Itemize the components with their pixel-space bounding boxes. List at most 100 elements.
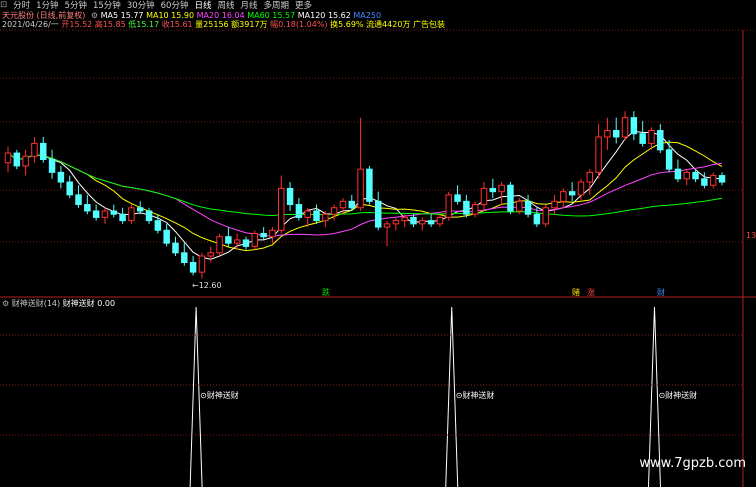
candle-body xyxy=(22,155,29,167)
candle-body xyxy=(533,213,541,225)
signal-label-zhang: 涨 xyxy=(587,287,595,297)
candle-body xyxy=(31,142,38,157)
ma10-line xyxy=(7,141,723,252)
low-price-label: ←12.60 xyxy=(192,281,222,290)
candle-body xyxy=(674,168,682,180)
candle-body xyxy=(4,152,12,164)
candle-body xyxy=(278,187,285,231)
candle-body xyxy=(383,223,391,228)
candle-body xyxy=(489,187,497,193)
indicator-grid xyxy=(0,334,743,436)
candle-body xyxy=(154,220,162,231)
moving-average-lines xyxy=(7,130,723,260)
indicator-peak-label: ⊙财神送财 xyxy=(658,390,697,400)
candle-body xyxy=(357,168,364,209)
candle-body xyxy=(577,181,585,196)
candle-body xyxy=(286,187,294,206)
candle-body xyxy=(401,216,408,222)
candle-body xyxy=(181,252,188,263)
candle-body xyxy=(216,236,223,254)
candle-body xyxy=(516,200,523,212)
candle-body xyxy=(339,200,347,209)
indicator-header: ⚙ 财神送财(14) 财神送财 0.00 xyxy=(2,298,115,309)
signal-label-die: 跌 xyxy=(322,287,330,297)
candle-body xyxy=(498,184,505,193)
indicator-peak-label: ⊙财神送财 xyxy=(456,390,495,400)
candle-body xyxy=(419,220,426,225)
candle-body xyxy=(595,136,602,173)
candle-body xyxy=(692,171,699,180)
candle-body xyxy=(189,261,197,273)
candle-body xyxy=(172,242,179,254)
candle-body xyxy=(242,239,250,247)
candle-body xyxy=(163,229,170,244)
candle-body xyxy=(207,252,214,257)
candle-body xyxy=(66,181,73,196)
indicator-peak-label: ⊙财神送财 xyxy=(200,390,239,400)
candle-body xyxy=(639,133,646,144)
ma5-line xyxy=(7,130,723,260)
candle-body xyxy=(718,175,726,183)
candle-body xyxy=(648,130,655,144)
candle-body xyxy=(410,216,417,225)
candle-body xyxy=(701,178,708,186)
candle-body xyxy=(225,236,232,244)
candle-body xyxy=(136,207,144,212)
candle-body xyxy=(480,187,488,206)
candle-body xyxy=(612,130,620,138)
candle-body xyxy=(507,184,514,212)
candle-body xyxy=(40,142,47,160)
candle-body xyxy=(586,171,594,183)
candle-body xyxy=(436,216,444,225)
candle-body xyxy=(392,220,400,225)
candle-body xyxy=(374,200,382,228)
ma20-line xyxy=(7,152,723,237)
candle-body xyxy=(48,158,56,173)
candle-body xyxy=(84,204,91,212)
candle-body xyxy=(542,207,549,225)
indicator-name: 财神送财 xyxy=(62,299,95,308)
indicator-pane: ⊙财神送财 ⊙财神送财 ⊙财神送财 xyxy=(189,306,697,487)
candle-body xyxy=(366,168,373,202)
price-chart[interactable]: ←12.60 13 跌 赌 涨 财 ⊙财神送财 ⊙财神送财 ⊙财神送财 xyxy=(0,0,756,487)
candle-body xyxy=(330,207,338,215)
candle-body xyxy=(128,207,135,222)
candle-body xyxy=(621,117,629,138)
candle-body xyxy=(92,210,100,218)
ma60-line xyxy=(7,152,723,217)
watermark: www.7gpzb.com xyxy=(639,456,746,471)
candle-body xyxy=(657,130,664,151)
candle-body xyxy=(110,210,118,215)
candle-body xyxy=(198,255,206,273)
candle-body xyxy=(348,200,356,209)
candle-body xyxy=(665,149,673,170)
indicator-gear-icon[interactable]: ⚙ xyxy=(2,299,9,308)
candle-body xyxy=(568,191,576,196)
candlesticks xyxy=(4,111,726,279)
candle-body xyxy=(709,175,717,186)
candle-body xyxy=(630,117,638,135)
candle-body xyxy=(524,200,532,215)
candle-body xyxy=(471,204,479,215)
candle-body xyxy=(233,239,241,244)
candle-body xyxy=(560,191,567,202)
candle-body xyxy=(101,210,109,218)
signal-label-cai: 财 xyxy=(657,287,665,297)
candle-body xyxy=(463,200,470,215)
candle-body xyxy=(322,213,329,222)
candle-body xyxy=(260,233,267,238)
candle-body xyxy=(295,204,303,218)
candle-body xyxy=(304,210,311,218)
candle-body xyxy=(269,229,276,238)
candle-body xyxy=(454,194,461,202)
candle-body xyxy=(251,233,259,247)
signal-label-du: 赌 xyxy=(572,287,580,297)
candle-body xyxy=(13,152,21,167)
candle-body xyxy=(119,213,126,222)
candle-body xyxy=(683,171,690,180)
indicator-title: 财神送财(14) xyxy=(11,299,61,308)
indicator-value: 0.00 xyxy=(97,299,116,308)
right-axis-label: 13 xyxy=(746,231,756,240)
candle-body xyxy=(551,200,558,209)
candle-body xyxy=(427,220,435,225)
